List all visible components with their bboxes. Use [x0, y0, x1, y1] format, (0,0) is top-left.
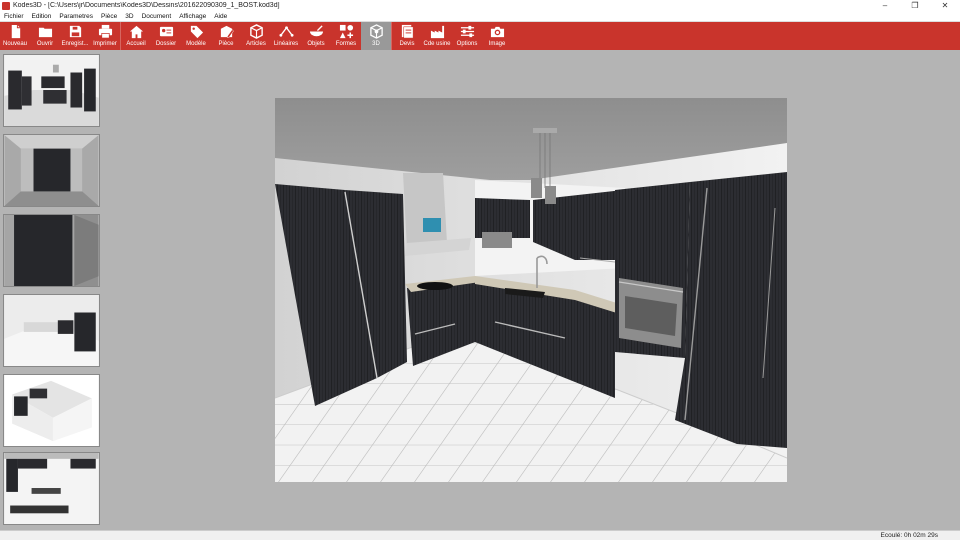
thumbnail-view-6[interactable]: [3, 452, 100, 525]
thumbnail-side-wall: [4, 215, 99, 286]
room-edit-icon: [220, 25, 234, 38]
open-folder-icon: [38, 27, 52, 38]
maximize-icon[interactable]: ❐: [900, 0, 930, 11]
linear-icon: [278, 26, 294, 37]
menu-3d[interactable]: 3D: [121, 13, 137, 20]
thumbnail-view-4[interactable]: [3, 294, 100, 367]
home-icon: [129, 25, 143, 39]
modele-button[interactable]: Modèle: [181, 22, 211, 50]
3d-viewport[interactable]: [275, 98, 787, 482]
thumbnail-view-5[interactable]: [3, 374, 100, 447]
imprimer-button[interactable]: Imprimer: [90, 22, 120, 50]
formes-button[interactable]: Formes: [331, 22, 361, 50]
camera-icon: [490, 26, 504, 38]
cde-usine-button[interactable]: Cde usine: [422, 22, 452, 50]
thumbnail-view-1[interactable]: [3, 54, 100, 127]
lineaires-button[interactable]: Linéaires: [271, 22, 301, 50]
ribbon-toolbar: Nouveau Ouvrir Enregist... Imprimer Accu…: [0, 22, 960, 50]
piece-button[interactable]: Pièce: [211, 22, 241, 50]
enregistrer-button[interactable]: Enregist...: [60, 22, 90, 50]
accueil-button[interactable]: Accueil: [121, 22, 151, 50]
thumbnail-wide-room: [4, 295, 99, 366]
3d-button[interactable]: 3D: [361, 22, 391, 50]
menu-edition[interactable]: Edition: [28, 13, 56, 20]
close-icon[interactable]: ✕: [930, 0, 960, 11]
menu-affichage[interactable]: Affichage: [175, 13, 210, 20]
menu-aide[interactable]: Aide: [210, 13, 231, 20]
elapsed-time: Ecoulé: 0h 02m 29s: [880, 532, 938, 539]
menu-bar: Fichier Edition Parametres Pièce 3D Docu…: [0, 11, 960, 22]
factory-order-icon: [430, 25, 444, 39]
devis-button[interactable]: Devis: [392, 22, 422, 50]
title-bar: Kodes3D - [C:\Users\jr\Documents\Kodes3D…: [0, 0, 960, 11]
new-document-icon: [11, 24, 20, 39]
thumbnail-view-3[interactable]: [3, 214, 100, 287]
kitchen-3d-render: [275, 98, 787, 482]
app-logo-icon: [2, 1, 10, 10]
articles-button[interactable]: Articles: [241, 22, 271, 50]
cube-3d-icon: [369, 24, 383, 39]
thumbnail-top-perspective: [4, 375, 99, 446]
thumbnail-front-wall: [4, 135, 99, 206]
objects-icon: [309, 25, 323, 37]
options-button[interactable]: Options: [452, 22, 482, 50]
dossier-button[interactable]: Dossier: [151, 22, 181, 50]
minimize-icon[interactable]: –: [870, 0, 900, 11]
tags-icon: [190, 25, 203, 39]
status-bar: Ecoulé: 0h 02m 29s: [0, 530, 960, 540]
nouveau-button[interactable]: Nouveau: [0, 22, 30, 50]
window-title: Kodes3D - [C:\Users\jr\Documents\Kodes3D…: [13, 2, 280, 9]
menu-document[interactable]: Document: [138, 13, 176, 20]
menu-piece[interactable]: Pièce: [97, 13, 121, 20]
client-card-icon: [159, 26, 173, 37]
menu-parametres[interactable]: Parametres: [55, 13, 97, 20]
ouvrir-button[interactable]: Ouvrir: [30, 22, 60, 50]
thumbnail-kitchen-perspective: [4, 55, 99, 126]
options-sliders-icon: [460, 25, 474, 38]
menu-fichier[interactable]: Fichier: [0, 13, 28, 20]
articles-cube-icon: [249, 24, 263, 39]
image-button[interactable]: Image: [482, 22, 512, 50]
thumbnail-top-plan: [4, 453, 99, 524]
objets-button[interactable]: Objets: [301, 22, 331, 50]
view-thumbnails: [0, 50, 105, 530]
shapes-icon: [339, 24, 353, 39]
thumbnail-view-2[interactable]: [3, 134, 100, 207]
print-icon: [98, 24, 112, 39]
quote-document-icon: [401, 24, 413, 39]
save-icon: [69, 25, 81, 38]
